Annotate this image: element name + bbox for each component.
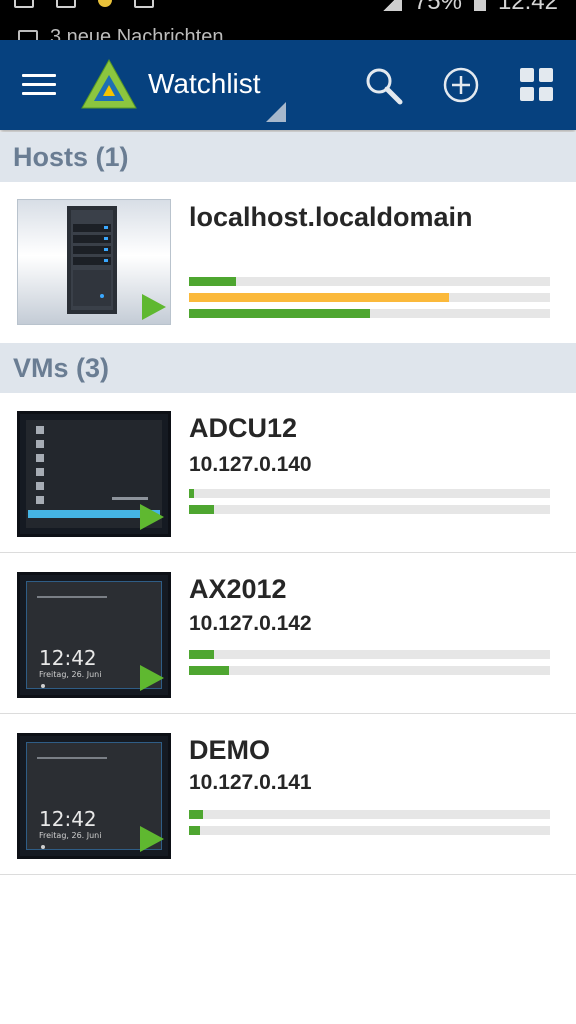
host-row[interactable]: localhost.localdomain xyxy=(0,182,576,342)
vm-usage-bar xyxy=(189,826,550,835)
usage-bar-fill xyxy=(189,277,236,286)
play-icon[interactable] xyxy=(140,826,164,852)
host-thumbnail xyxy=(17,199,171,325)
vm-thumbnail: 12:42 Freitag, 26. Juni xyxy=(17,572,171,698)
checkbox-icon xyxy=(134,0,154,8)
play-icon[interactable] xyxy=(140,504,164,530)
battery-icon xyxy=(473,0,486,11)
app-root: 75% 12:42 3 neue Nachrichten Watchlist H… xyxy=(0,0,576,1024)
battery-percent: 75% xyxy=(413,0,462,15)
vm-row[interactable]: ADCU12 10.127.0.140 xyxy=(0,393,576,553)
vm-usage-bar xyxy=(189,810,550,819)
hosts-header-label: Hosts (1) xyxy=(13,142,129,172)
status-icons-left xyxy=(14,0,154,8)
grid-icon[interactable] xyxy=(516,64,558,106)
usage-bar-fill xyxy=(189,650,215,659)
lock-screen-date: Freitag, 26. Juni xyxy=(39,831,102,840)
host-name: localhost.localdomain xyxy=(189,202,473,232)
app-title[interactable]: Watchlist xyxy=(148,68,261,100)
lock-screen-time: 12:42 xyxy=(39,646,97,670)
vm-usage-bar xyxy=(189,489,550,498)
search-icon[interactable] xyxy=(362,64,404,106)
weather-sun-icon xyxy=(98,0,112,7)
status-icons-right: 75% 12:42 xyxy=(381,0,558,16)
vm-name: AX2012 xyxy=(189,574,287,604)
usage-bar-fill xyxy=(189,489,195,498)
lock-screen-date: Freitag, 26. Juni xyxy=(39,670,102,679)
app-logo-icon xyxy=(81,58,137,109)
usage-bar-fill xyxy=(189,309,370,318)
image-icon xyxy=(56,0,76,8)
vm-usage-bar xyxy=(189,505,550,514)
vm-row[interactable]: 12:42 Freitag, 26. Juni AX2012 10.127.0.… xyxy=(0,554,576,714)
vm-name: DEMO xyxy=(189,735,270,765)
vm-ip: 10.127.0.141 xyxy=(189,771,312,794)
vm-row[interactable]: 12:42 Freitag, 26. Juni DEMO 10.127.0.14… xyxy=(0,715,576,875)
vm-thumbnail xyxy=(17,411,171,537)
clock: 12:42 xyxy=(497,0,558,15)
gallery-icon xyxy=(14,0,34,8)
notification-text: 3 neue Nachrichten xyxy=(50,26,224,40)
lock-screen-time: 12:42 xyxy=(39,807,97,831)
app-bar: Watchlist xyxy=(0,40,576,130)
vm-usage-bar xyxy=(189,650,550,659)
notification-ticker[interactable]: 3 neue Nachrichten xyxy=(18,26,223,40)
mail-icon xyxy=(18,29,38,40)
signal-icon xyxy=(381,0,402,11)
usage-bar-fill xyxy=(189,505,215,514)
vm-usage-bar xyxy=(189,666,550,675)
play-icon[interactable] xyxy=(142,294,166,320)
vm-name: ADCU12 xyxy=(189,413,298,443)
vm-ip: 10.127.0.142 xyxy=(189,612,312,635)
vms-header-label: VMs (3) xyxy=(13,353,110,383)
usage-bar-fill xyxy=(189,826,200,835)
vms-section-header: VMs (3) xyxy=(0,343,576,393)
menu-icon[interactable] xyxy=(22,74,56,96)
add-icon[interactable] xyxy=(440,64,482,106)
play-icon[interactable] xyxy=(140,665,164,691)
usage-bar-fill xyxy=(189,666,229,675)
vm-ip: 10.127.0.140 xyxy=(189,453,312,476)
dropdown-arrow-icon[interactable] xyxy=(266,102,286,122)
usage-bar-fill xyxy=(189,293,449,302)
hosts-section-header: Hosts (1) xyxy=(0,132,576,182)
host-usage-bar xyxy=(189,309,550,318)
vm-thumbnail: 12:42 Freitag, 26. Juni xyxy=(17,733,171,859)
usage-bar-fill xyxy=(189,810,204,819)
host-usage-bar xyxy=(189,293,550,302)
status-bar: 75% 12:42 3 neue Nachrichten xyxy=(0,0,576,40)
host-usage-bar xyxy=(189,277,550,286)
